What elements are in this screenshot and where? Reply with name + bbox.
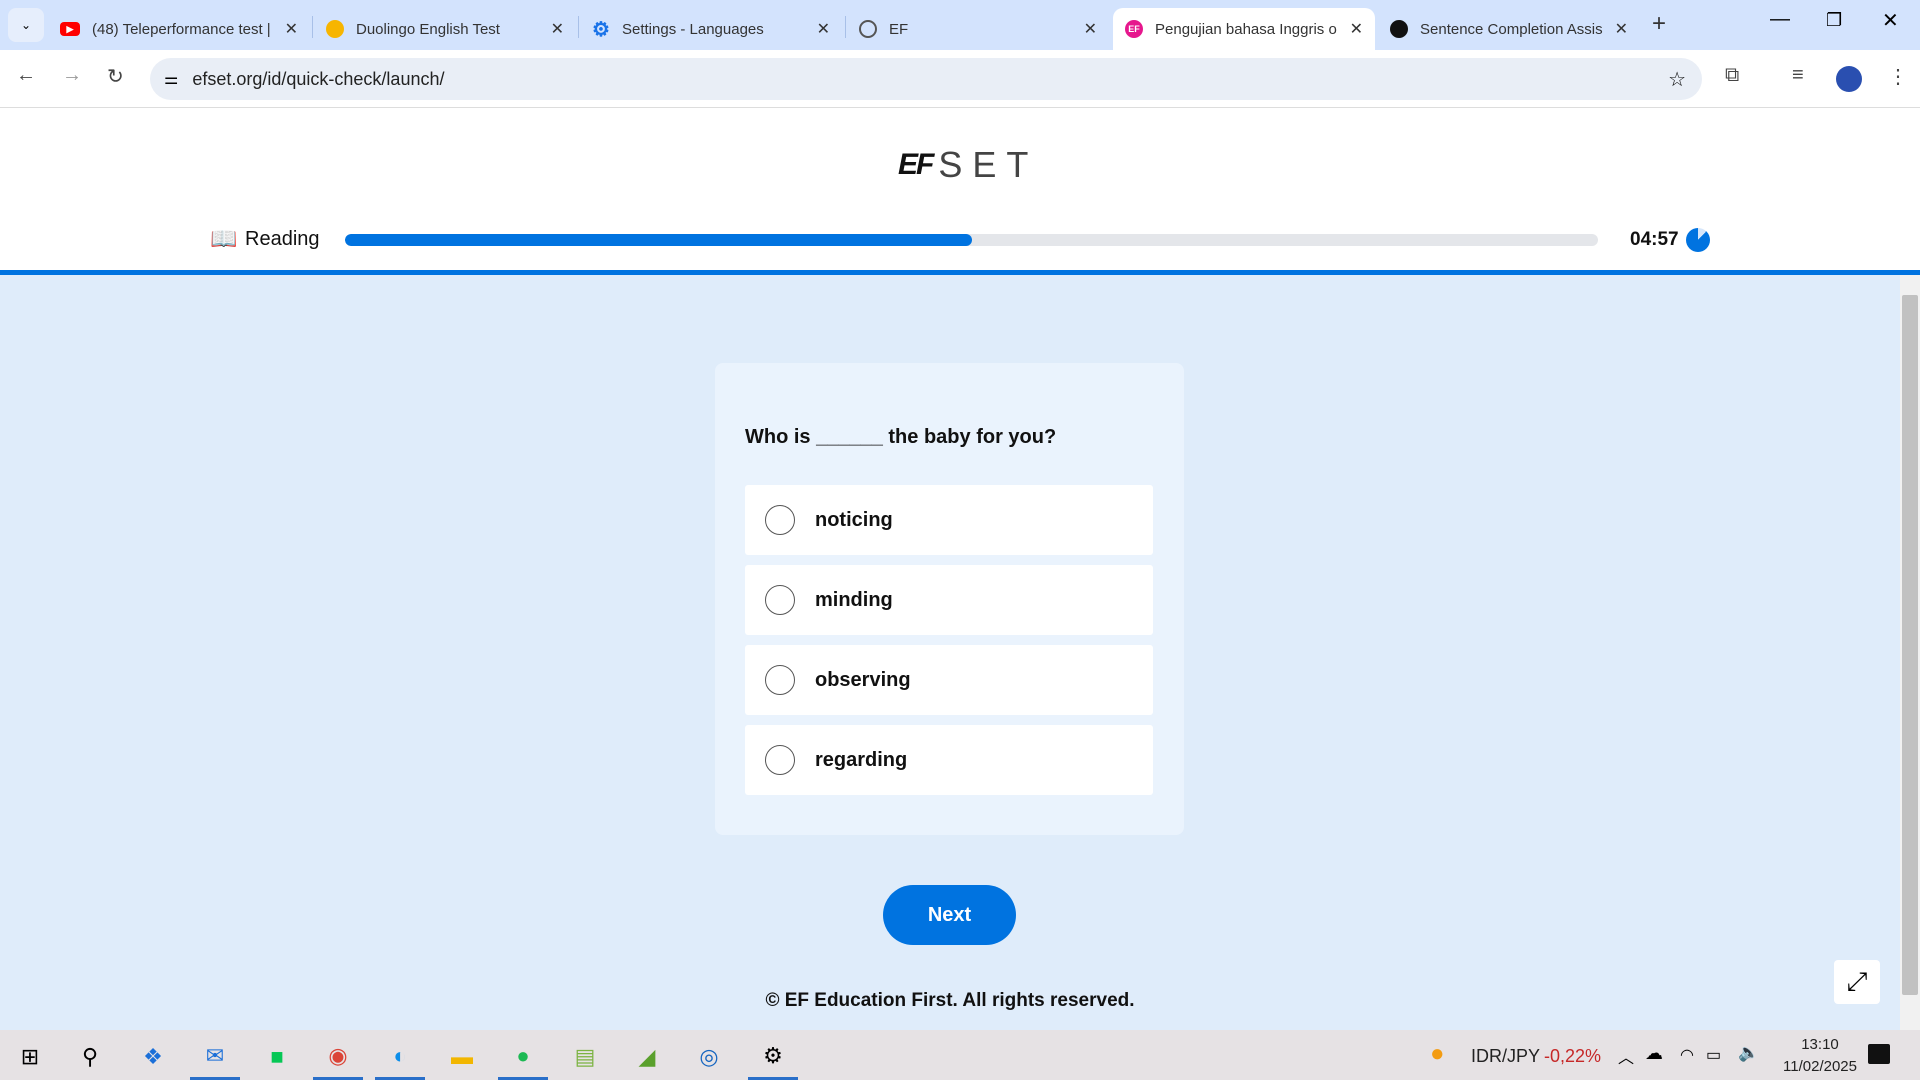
- tab-chatgpt[interactable]: Sentence Completion Assis ✕: [1378, 8, 1640, 50]
- app-icon[interactable]: ◢: [622, 1034, 672, 1080]
- tab-search-button[interactable]: ⌄: [8, 8, 44, 42]
- start-icon[interactable]: ⊞: [5, 1034, 55, 1080]
- fullscreen-button[interactable]: ⤢: [1834, 960, 1880, 1004]
- tab-settings[interactable]: ⚙ Settings - Languages ✕: [580, 8, 842, 50]
- ticker-change[interactable]: -0,22%: [1544, 1046, 1601, 1067]
- volume-icon[interactable]: 🔈: [1738, 1043, 1759, 1063]
- spotify-icon[interactable]: ●: [498, 1034, 548, 1080]
- extensions-icon[interactable]: ⧉: [1725, 64, 1739, 87]
- close-tab-icon[interactable]: ✕: [551, 19, 564, 39]
- chevron-up-icon[interactable]: ︿: [1618, 1044, 1634, 1068]
- tab-duolingo[interactable]: Duolingo English Test ✕: [314, 8, 576, 50]
- radio-button[interactable]: [765, 745, 795, 775]
- tab-title: Duolingo English Test: [356, 20, 500, 38]
- avatar[interactable]: [1836, 66, 1862, 92]
- chatgpt-icon: [1390, 20, 1408, 38]
- globe-icon: [859, 20, 877, 38]
- option-label: noticing: [815, 508, 893, 531]
- radio-button[interactable]: [765, 585, 795, 615]
- line-icon[interactable]: ■: [252, 1034, 302, 1080]
- section-label: Reading: [245, 228, 320, 250]
- close-tab-icon[interactable]: ✕: [817, 19, 830, 39]
- clock-time[interactable]: 13:10: [1790, 1036, 1850, 1053]
- magnifier-app-icon[interactable]: ◎: [684, 1034, 734, 1080]
- clock-date[interactable]: 11/02/2025: [1768, 1058, 1872, 1075]
- option-label: observing: [815, 668, 911, 691]
- settings-gear-icon[interactable]: ⚙: [748, 1034, 798, 1080]
- tab-pengujian[interactable]: EF Pengujian bahasa Inggris o ✕: [1113, 8, 1375, 50]
- forward-icon[interactable]: →: [62, 64, 82, 87]
- site-info-icon[interactable]: ⚌: [164, 69, 178, 89]
- restore-button[interactable]: ❐: [1826, 10, 1842, 31]
- media-control-icon[interactable]: ≡: [1792, 64, 1804, 87]
- progress-fill: [345, 234, 972, 246]
- ticker-label[interactable]: IDR/JPY: [1471, 1046, 1540, 1067]
- gear-icon: ⚙: [592, 18, 610, 41]
- option-regarding[interactable]: regarding: [745, 725, 1153, 795]
- edge-icon[interactable]: ◐: [375, 1034, 425, 1080]
- search-icon[interactable]: ⚲: [65, 1034, 115, 1080]
- option-label: regarding: [815, 748, 908, 771]
- tab-title: Pengujian bahasa Inggris o: [1155, 20, 1337, 38]
- book-icon: 📖: [210, 226, 238, 251]
- tab-title: Settings - Languages: [622, 20, 764, 38]
- reload-icon[interactable]: ↻: [107, 64, 124, 89]
- wifi-icon[interactable]: ◠: [1680, 1045, 1694, 1065]
- tab-title: EF: [889, 20, 909, 38]
- tab-title: Sentence Completion Assis: [1420, 20, 1603, 38]
- radio-button[interactable]: [765, 665, 795, 695]
- close-tab-icon[interactable]: ✕: [1350, 19, 1363, 39]
- back-icon[interactable]: ←: [16, 64, 36, 87]
- efset-logo: EF SET: [898, 144, 1039, 185]
- notifications-icon[interactable]: [1868, 1044, 1890, 1064]
- option-minding[interactable]: minding: [745, 565, 1153, 635]
- radio-button[interactable]: [765, 505, 795, 535]
- tab-ef[interactable]: EF ✕: [847, 8, 1109, 50]
- youtube-icon: ▶: [60, 22, 80, 36]
- option-noticing[interactable]: noticing: [745, 485, 1153, 555]
- url-text[interactable]: efset.org/id/quick-check/launch/: [192, 69, 444, 90]
- scrollbar[interactable]: [1900, 275, 1920, 1030]
- header-divider: [0, 270, 1920, 275]
- file-explorer-icon[interactable]: ▬: [437, 1034, 487, 1080]
- tab-strip: ⌄ ▶ (48) Teleperformance test | ✕ Duolingo…: [0, 0, 1920, 50]
- progress-bar: [345, 234, 1598, 246]
- tab-youtube[interactable]: ▶ (48) Teleperformance test | ✕: [48, 8, 310, 50]
- tab-title: (48) Teleperformance test |: [92, 20, 271, 38]
- timer-pie-icon: [1686, 228, 1710, 252]
- option-observing[interactable]: observing: [745, 645, 1153, 715]
- dropbox-icon[interactable]: ❖: [128, 1034, 178, 1080]
- chrome-icon[interactable]: ◉: [313, 1034, 363, 1080]
- close-tab-icon[interactable]: ✕: [1615, 19, 1628, 39]
- sticky-app-icon[interactable]: ▤: [560, 1034, 610, 1080]
- question-text: Who is ______ the baby for you?: [745, 426, 1057, 448]
- close-window-button[interactable]: ✕: [1882, 8, 1899, 33]
- mail-icon[interactable]: ✉: [190, 1034, 240, 1080]
- close-tab-icon[interactable]: ✕: [1084, 19, 1097, 39]
- battery-icon[interactable]: ▭: [1706, 1045, 1721, 1065]
- scrollbar-thumb[interactable]: [1902, 295, 1918, 995]
- minimize-button[interactable]: —: [1770, 8, 1790, 31]
- duolingo-icon: [326, 20, 344, 38]
- coins-icon: ●: [1430, 1040, 1445, 1067]
- menu-icon[interactable]: ⋮: [1888, 64, 1908, 89]
- new-tab-button[interactable]: +: [1652, 10, 1666, 38]
- next-button[interactable]: Next: [883, 885, 1016, 945]
- cloud-icon[interactable]: ☁: [1645, 1043, 1663, 1064]
- timer: 04:57: [1630, 229, 1679, 250]
- ef-icon: EF: [1125, 20, 1143, 38]
- option-label: minding: [815, 588, 893, 611]
- address-bar[interactable]: ⚌ efset.org/id/quick-check/launch/ ☆: [150, 58, 1702, 100]
- footer-copyright: © EF Education First. All rights reserve…: [765, 990, 1135, 1011]
- bookmark-star-icon[interactable]: ☆: [1668, 67, 1686, 92]
- close-tab-icon[interactable]: ✕: [285, 19, 298, 39]
